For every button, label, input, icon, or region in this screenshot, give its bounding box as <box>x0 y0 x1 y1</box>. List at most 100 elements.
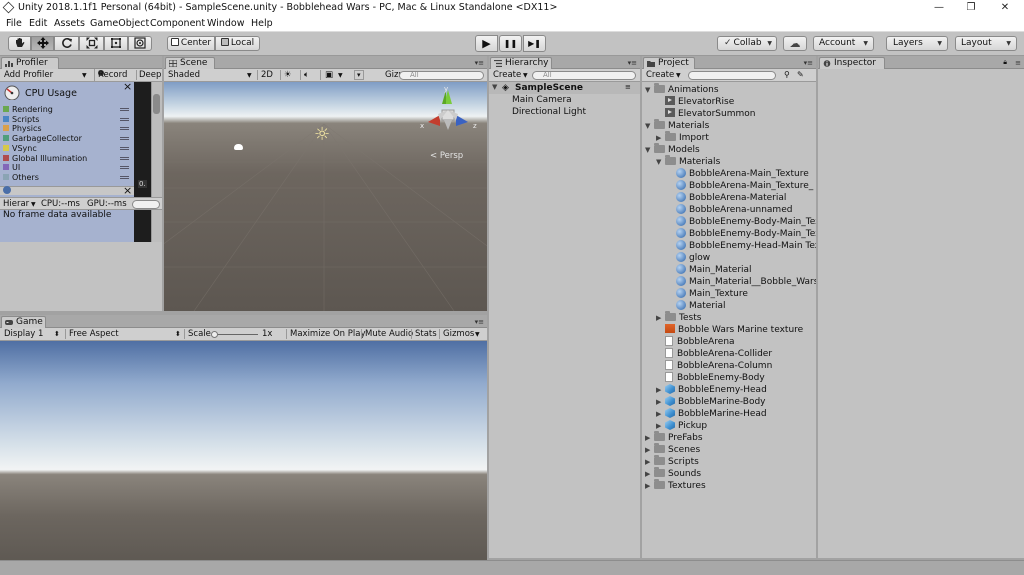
rect-tool[interactable] <box>104 36 128 51</box>
move-tool[interactable] <box>31 36 54 51</box>
legend-item[interactable]: UI <box>3 163 131 172</box>
profiler-search-input[interactable] <box>132 200 160 209</box>
legend-drag-handle-icon[interactable] <box>120 127 129 131</box>
scale-slider-thumb[interactable] <box>211 331 218 338</box>
scale-slider-track[interactable] <box>212 334 258 335</box>
tab-game[interactable]: Game <box>1 316 46 328</box>
maximize-on-play-toggle[interactable]: Maximize On Play <box>286 329 365 339</box>
project-tree-item[interactable]: Bobble Wars Marine texture <box>656 324 803 336</box>
profiler-scrollbar[interactable] <box>151 82 162 242</box>
aspect-dropdown[interactable]: Free Aspect <box>65 329 119 339</box>
menu-edit[interactable]: Edit <box>29 18 47 29</box>
legend-drag-handle-icon[interactable] <box>120 166 129 170</box>
hierarchy-search-input[interactable]: All <box>532 71 636 80</box>
expanded-triangle-icon[interactable]: ▼ <box>645 84 654 96</box>
menu-gameobject[interactable]: GameObject <box>90 18 149 29</box>
shading-mode-dropdown[interactable]: Shaded <box>168 70 200 80</box>
legend-item[interactable]: VSync <box>3 144 131 153</box>
legend-item[interactable]: Global Illumination <box>3 154 131 163</box>
orientation-gizmo[interactable] <box>416 88 476 138</box>
footer-close-button[interactable]: × <box>123 184 132 197</box>
maximize-button[interactable]: ❐ <box>956 0 986 16</box>
collapsed-triangle-icon[interactable]: ▶ <box>656 396 665 408</box>
collab-dropdown[interactable]: ✓ Collab ▼ <box>717 36 777 51</box>
hierarchy-item-directional-light[interactable]: Directional Light <box>512 106 586 118</box>
project-tree-item[interactable]: ▼ Materials <box>656 155 720 168</box>
menu-file[interactable]: File <box>6 18 22 29</box>
project-search-input[interactable] <box>688 71 776 80</box>
deep-profile-toggle[interactable]: Deep <box>136 70 161 80</box>
layout-dropdown[interactable]: Layout ▼ <box>955 36 1017 51</box>
project-tree-item[interactable]: BobbleEnemy-Body-Main_Tex <box>667 228 816 240</box>
project-tree-item[interactable]: ▶ BobbleMarine-Head <box>656 408 767 420</box>
hierarchy-view-dropdown[interactable]: Hierar <box>3 199 29 209</box>
mute-audio-toggle[interactable]: Mute Audio <box>361 329 413 339</box>
collapsed-triangle-icon[interactable]: ▶ <box>645 468 654 480</box>
lock-icon[interactable]: 🔒︎ <box>1003 58 1007 67</box>
project-tree-item[interactable]: Main_Texture <box>667 288 748 300</box>
scrollbar-thumb[interactable] <box>153 94 160 114</box>
effects-toggle-icon[interactable]: ▣ <box>320 70 333 80</box>
layers-dropdown[interactable]: Layers ▼ <box>886 36 948 51</box>
project-tree-item[interactable]: BobbleEnemy-Body-Main_Tex <box>667 216 816 228</box>
space-local-toggle[interactable]: Local <box>215 36 260 51</box>
project-tree-item[interactable]: Material <box>667 300 726 312</box>
project-tree-item[interactable]: ElevatorRise <box>656 96 734 108</box>
2d-toggle[interactable]: 2D <box>257 70 273 80</box>
project-tree-item[interactable]: BobbleArena-Collider <box>656 348 772 360</box>
tab-inspector[interactable]: Inspector <box>819 57 885 69</box>
pause-button[interactable]: ❚❚ <box>499 35 522 52</box>
game-viewport[interactable] <box>0 341 487 575</box>
project-tree-item[interactable]: ▼ Materials <box>645 119 709 132</box>
tab-menu-icon[interactable]: ≡ <box>1015 59 1021 67</box>
hierarchy-item-main-camera[interactable]: Main Camera <box>512 94 572 106</box>
scene-menu-icon[interactable]: ≡ <box>625 83 631 91</box>
legend-drag-handle-icon[interactable] <box>120 146 129 150</box>
step-button[interactable]: ▶❚ <box>523 35 546 52</box>
project-tree-item[interactable]: BobbleArena-Main_Texture <box>667 168 809 180</box>
collapsed-triangle-icon[interactable]: ▶ <box>656 312 665 324</box>
display-dropdown[interactable]: Display 1 <box>4 329 43 339</box>
project-tree-item[interactable]: BobbleArena-Main_Texture_ <box>667 180 813 192</box>
project-tree-item[interactable]: ▶ Sounds <box>645 467 701 480</box>
directional-light-sun-icon[interactable]: ☼ <box>314 124 330 145</box>
legend-drag-handle-icon[interactable] <box>120 108 129 111</box>
project-tree-item[interactable]: Main_Material <box>667 264 752 276</box>
collapsed-triangle-icon[interactable]: ▶ <box>645 480 654 492</box>
project-tree-item[interactable]: ▶ Scripts <box>645 455 699 468</box>
camera-gizmo-icon[interactable] <box>234 144 243 150</box>
project-tree-item[interactable]: ElevatorSummon <box>656 108 755 120</box>
legend-item[interactable]: Scripts <box>3 115 131 124</box>
project-tree-item[interactable]: ▶ Import <box>656 131 709 144</box>
menu-component[interactable]: Component <box>150 18 205 29</box>
search-by-label-icon[interactable]: ✎ <box>797 70 804 79</box>
tab-scene[interactable]: Scene <box>165 57 215 69</box>
hand-tool[interactable] <box>8 36 31 51</box>
expanded-triangle-icon[interactable]: ▼ <box>645 144 654 156</box>
project-tree-item[interactable]: BobbleArena-Material <box>667 192 786 204</box>
scene-search-input[interactable]: All <box>399 71 484 80</box>
audio-toggle-icon[interactable]: 🔈︎ <box>300 70 309 80</box>
pivot-center-toggle[interactable]: Center <box>167 36 215 51</box>
cloud-button[interactable]: ☁ <box>783 36 807 51</box>
scale-tool[interactable] <box>79 36 104 51</box>
project-tree-item[interactable]: Main_Material__Bobble_Wars <box>667 276 816 288</box>
search-by-type-icon[interactable]: ⚲ <box>784 70 790 79</box>
close-button[interactable]: ✕ <box>990 0 1020 16</box>
lighting-toggle-icon[interactable]: ☀ <box>280 70 292 80</box>
project-tree-item[interactable]: ▼ Models <box>645 143 700 156</box>
legend-item[interactable]: Others <box>3 173 131 182</box>
project-tree-item[interactable]: BobbleEnemy-Head-Main Tex <box>667 240 816 252</box>
cpu-usage-close-button[interactable]: × <box>123 80 132 93</box>
project-tree-item[interactable]: BobbleArena-Column <box>656 360 772 372</box>
menu-assets[interactable]: Assets <box>54 18 85 29</box>
rotate-tool[interactable] <box>54 36 79 51</box>
menu-help[interactable]: Help <box>251 18 273 29</box>
account-dropdown[interactable]: Account ▼ <box>813 36 874 51</box>
add-profiler-dropdown[interactable]: Add Profiler <box>4 70 53 80</box>
tab-menu-icon[interactable]: ▾≡ <box>804 59 813 67</box>
legend-drag-handle-icon[interactable] <box>120 156 129 160</box>
project-tree-item[interactable]: ▼ Animations <box>645 83 719 96</box>
collapsed-triangle-icon[interactable]: ▶ <box>656 384 665 396</box>
stats-toggle[interactable]: Stats <box>411 329 437 339</box>
